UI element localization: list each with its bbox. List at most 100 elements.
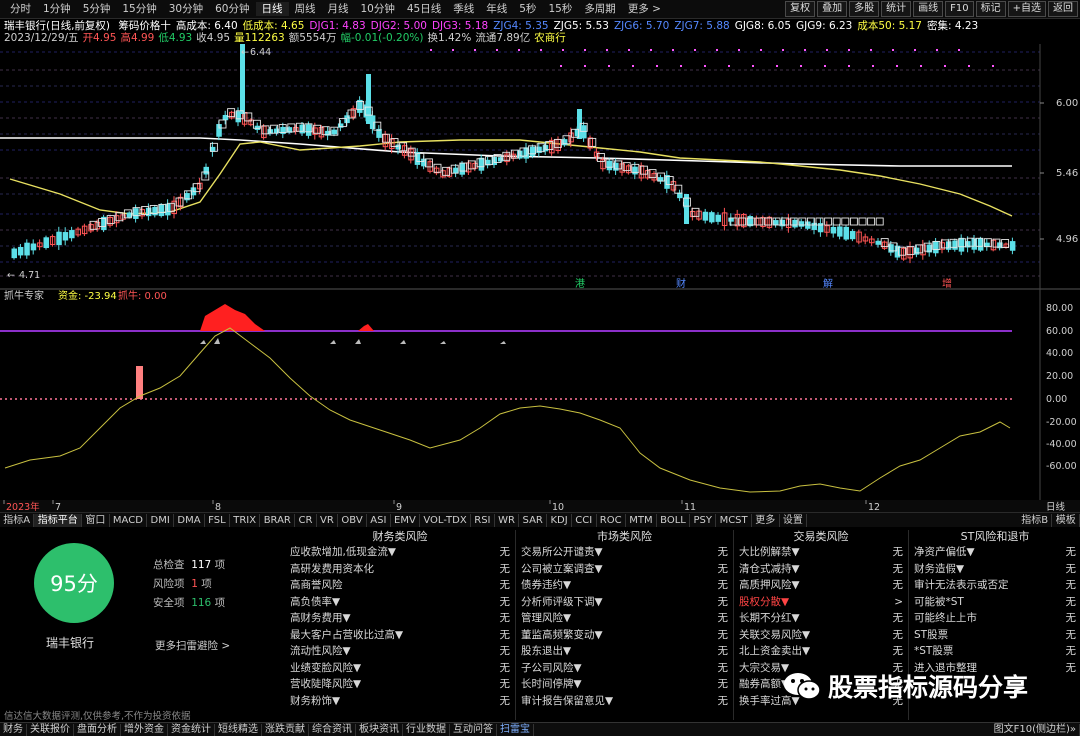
risk-row[interactable]: 审计无法表示或否定 无	[910, 577, 1080, 594]
indicator-tab-21[interactable]: MTM	[626, 513, 657, 527]
risk-row[interactable]: ST股票 无	[910, 627, 1080, 644]
period-tab-5[interactable]: 60分钟	[209, 2, 255, 16]
f10-sidebar-toggle[interactable]: 图文F10(侧边栏)»	[991, 723, 1080, 736]
risk-row[interactable]: 净资产偏低▼ 无	[910, 544, 1080, 561]
risk-row[interactable]: 交易所公开谴责▼ 无	[517, 544, 732, 561]
risk-row[interactable]: 可能被*ST 无	[910, 594, 1080, 611]
bottom-tab-4[interactable]: 资金统计	[168, 723, 215, 736]
indicator-tab-0[interactable]: 指标A	[0, 513, 35, 527]
indicator-tab-1[interactable]: 指标平台	[34, 513, 83, 527]
period-tab-15[interactable]: 多周期	[578, 2, 622, 16]
indicator-tab-26[interactable]: 设置	[780, 513, 808, 527]
toolbar-button-5[interactable]: F10	[945, 1, 974, 17]
indicator-tab-18[interactable]: KDJ	[547, 513, 572, 527]
indicator-tab-15[interactable]: RSI	[471, 513, 495, 527]
bottom-tab-3[interactable]: 增外资金	[121, 723, 168, 736]
period-tab-6[interactable]: 日线	[255, 2, 289, 16]
risk-row[interactable]: 财务造假▼ 无	[910, 561, 1080, 578]
risk-row[interactable]: 清仓式减持▼ 无	[735, 561, 907, 578]
risk-row[interactable]: 审计报告保留意见▼ 无	[517, 693, 732, 710]
toolbar-button-6[interactable]: 标记	[975, 1, 1006, 17]
indicator-tab-9[interactable]: CR	[295, 513, 317, 527]
period-tab-10[interactable]: 45日线	[401, 2, 447, 16]
period-tab-14[interactable]: 15秒	[542, 2, 578, 16]
toolbar-button-2[interactable]: 多股	[849, 1, 880, 17]
risk-row[interactable]: 可能终止上市 无	[910, 610, 1080, 627]
bottom-tab-2[interactable]: 盘面分析	[74, 723, 121, 736]
period-tab-9[interactable]: 10分钟	[355, 2, 401, 16]
risk-row[interactable]: 高质押风险▼ 无	[735, 577, 907, 594]
period-tab-8[interactable]: 月线	[322, 2, 355, 16]
indicator-tab-right-0[interactable]: 指标B	[1018, 513, 1053, 527]
risk-row[interactable]: 子公司风险▼ 无	[517, 660, 732, 677]
risk-row[interactable]: 公司被立案调查▼ 无	[517, 561, 732, 578]
kline-chart[interactable]: 6.005.464.966.44←← 4.71港财解增	[0, 44, 1080, 290]
bottom-tab-9[interactable]: 行业数据	[403, 723, 450, 736]
risk-row[interactable]: 高负债率▼ 无	[286, 594, 514, 611]
indicator-tab-25[interactable]: 更多	[752, 513, 780, 527]
risk-row[interactable]: 长期不分红▼ 无	[735, 610, 907, 627]
indicator-tab-22[interactable]: BOLL	[657, 513, 691, 527]
indicator-tab-14[interactable]: VOL-TDX	[420, 513, 471, 527]
toolbar-button-8[interactable]: 返回	[1048, 1, 1078, 17]
period-tab-0[interactable]: 分时	[4, 2, 37, 16]
risk-row[interactable]: 大比例解禁▼ 无	[735, 544, 907, 561]
indicator-tab-6[interactable]: FSL	[205, 513, 230, 527]
indicator-tab-13[interactable]: EMV	[391, 513, 421, 527]
period-tab-4[interactable]: 30分钟	[163, 2, 209, 16]
bottom-tab-0[interactable]: 财务	[0, 723, 27, 736]
toolbar-button-1[interactable]: 叠加	[817, 1, 848, 17]
toolbar-button-0[interactable]: 复权	[785, 1, 816, 17]
risk-row[interactable]: 管理风险▼ 无	[517, 610, 732, 627]
bottom-tab-11[interactable]: 扫雷宝	[497, 723, 534, 736]
risk-row[interactable]: 股东退出▼ 无	[517, 643, 732, 660]
risk-row[interactable]: 北上资金卖出▼ 无	[735, 643, 907, 660]
risk-row[interactable]: 高财务费用▼ 无	[286, 610, 514, 627]
bottom-tab-1[interactable]: 关联报价	[27, 723, 74, 736]
risk-row[interactable]: 应收款增加,低现金流▼ 无	[286, 544, 514, 561]
indicator-tab-11[interactable]: OBV	[338, 513, 367, 527]
toolbar-button-4[interactable]: 画线	[913, 1, 944, 17]
indicator-tab-5[interactable]: DMA	[174, 513, 205, 527]
risk-row[interactable]: 董监高频繁变动▼ 无	[517, 627, 732, 644]
indicator-tab-20[interactable]: ROC	[597, 513, 626, 527]
risk-row[interactable]: 营收陡降风险▼ 无	[286, 676, 514, 693]
period-tab-7[interactable]: 周线	[289, 2, 322, 16]
indicator-tab-17[interactable]: SAR	[519, 513, 548, 527]
risk-row[interactable]: *ST股票 无	[910, 643, 1080, 660]
toolbar-button-3[interactable]: 统计	[881, 1, 912, 17]
indicator-tab-24[interactable]: MCST	[716, 513, 752, 527]
indicator-tab-4[interactable]: DMI	[147, 513, 175, 527]
risk-row[interactable]: 股权分散▼ >	[735, 594, 907, 611]
indicator-tab-19[interactable]: CCI	[572, 513, 597, 527]
bottom-tab-7[interactable]: 综合资讯	[309, 723, 356, 736]
indicator-tab-10[interactable]: VR	[317, 513, 339, 527]
period-tab-2[interactable]: 5分钟	[77, 2, 117, 16]
period-tab-1[interactable]: 1分钟	[37, 2, 77, 16]
indicator-tab-3[interactable]: MACD	[110, 513, 148, 527]
toolbar-button-7[interactable]: +自选	[1007, 1, 1046, 17]
period-tab-11[interactable]: 季线	[447, 2, 480, 16]
indicator-tab-7[interactable]: TRIX	[230, 513, 261, 527]
bottom-tab-5[interactable]: 短线精选	[215, 723, 262, 736]
risk-row[interactable]: 最大客户占营收比过高▼ 无	[286, 627, 514, 644]
indicator-tab-16[interactable]: WR	[495, 513, 520, 527]
bottom-tab-8[interactable]: 板块资讯	[356, 723, 403, 736]
risk-row[interactable]: 分析师评级下调▼ 无	[517, 594, 732, 611]
indicator-tab-23[interactable]: PSY	[690, 513, 717, 527]
indicator-tab-2[interactable]: 窗口	[82, 513, 110, 527]
risk-row[interactable]: 关联交易风险▼ 无	[735, 627, 907, 644]
risk-row[interactable]: 财务粉饰▼ 无	[286, 693, 514, 710]
more-scan-link[interactable]: 更多扫雷避险 >	[155, 638, 230, 653]
period-tab-12[interactable]: 年线	[480, 2, 513, 16]
risk-row[interactable]: 债券违约▼ 无	[517, 577, 732, 594]
bottom-tab-6[interactable]: 涨跌贡献	[262, 723, 309, 736]
risk-row[interactable]: 业绩变脸风险▼ 无	[286, 660, 514, 677]
indicator-tab-8[interactable]: BRAR	[260, 513, 296, 527]
period-tab-3[interactable]: 15分钟	[116, 2, 162, 16]
period-tab-13[interactable]: 5秒	[513, 2, 542, 16]
risk-row[interactable]: 高商誉风险 无	[286, 577, 514, 594]
risk-row[interactable]: 流动性风险▼ 无	[286, 643, 514, 660]
bottom-tab-10[interactable]: 互动问答	[450, 723, 497, 736]
period-tab-16[interactable]: 更多 >	[622, 2, 667, 16]
